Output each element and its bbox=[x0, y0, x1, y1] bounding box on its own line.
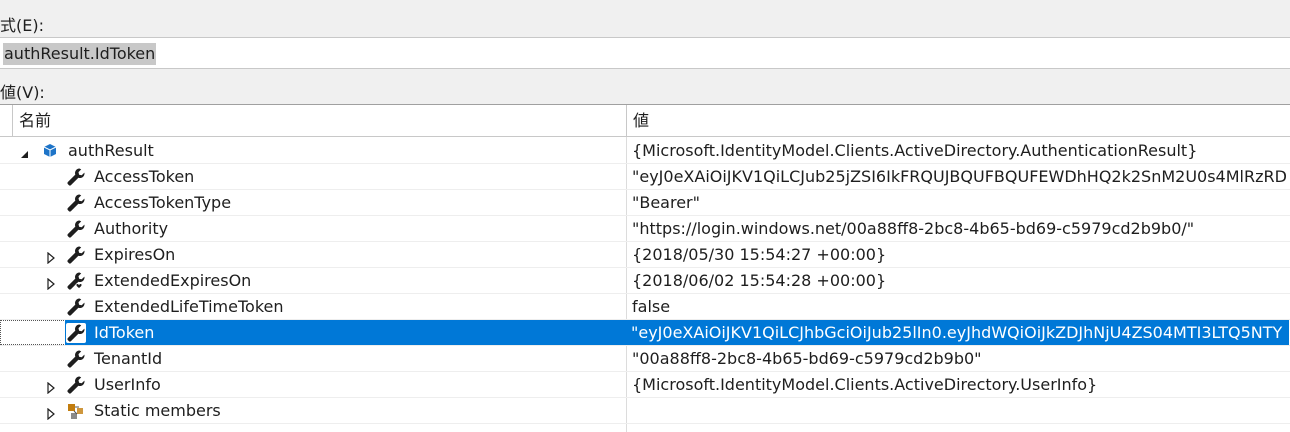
table-row[interactable]: authResult {Microsoft.IdentityModel.Clien… bbox=[0, 138, 1290, 164]
property-wrench-icon bbox=[66, 297, 86, 317]
table-row[interactable]: Static members bbox=[0, 398, 1290, 424]
collapsed-triangle-icon[interactable] bbox=[46, 275, 56, 291]
property-wrench-icon bbox=[66, 323, 86, 343]
collapsed-triangle-icon[interactable] bbox=[46, 379, 56, 395]
table-row[interactable]: ExtendedLifeTimeToken false bbox=[0, 294, 1290, 320]
name-cell[interactable]: ExtendedExpiresOn bbox=[0, 268, 626, 293]
table-row[interactable]: AccessTokenType "Bearer" bbox=[0, 190, 1290, 216]
row-value: {2018/06/02 15:54:28 +00:00} bbox=[632, 271, 887, 290]
row-name: ExpiresOn bbox=[94, 245, 176, 264]
value-cell[interactable]: "https://login.windows.net/00a88ff8-2bc8… bbox=[627, 216, 1290, 241]
row-value: "https://login.windows.net/00a88ff8-2bc8… bbox=[632, 219, 1195, 238]
property-wrench-icon bbox=[66, 245, 86, 265]
value-cell[interactable]: "00a88ff8-2bc8-4b65-bd69-c5979cd2b9b0" bbox=[627, 346, 1290, 371]
table-row[interactable]: Authority "https://login.windows.net/00a8… bbox=[0, 216, 1290, 242]
property-wrench-icon bbox=[66, 219, 86, 239]
value-cell[interactable] bbox=[627, 398, 1290, 423]
property-wrench-icon bbox=[66, 167, 86, 187]
value-label: 値(V): bbox=[0, 83, 45, 102]
table-row[interactable]: AccessToken "eyJ0eXAiOiJKV1QiLCJub25jZSI6… bbox=[0, 164, 1290, 190]
row-value: false bbox=[632, 297, 671, 316]
table-row-selected[interactable]: IdToken "eyJ0eXAiOiJKV1QiLCJhbGciOiJub25l… bbox=[0, 320, 1290, 346]
column-header-value[interactable]: 値 bbox=[633, 105, 649, 137]
value-cell[interactable]: {2018/06/02 15:54:28 +00:00} bbox=[627, 268, 1290, 293]
row-value: {2018/05/30 15:54:27 +00:00} bbox=[632, 245, 887, 264]
row-focus-indicator bbox=[0, 320, 64, 345]
row-value: {Microsoft.IdentityModel.Clients.ActiveD… bbox=[632, 141, 1198, 160]
value-cell[interactable]: "Bearer" bbox=[627, 190, 1290, 215]
row-name: ExtendedLifeTimeToken bbox=[94, 297, 284, 316]
property-wrench-icon bbox=[66, 375, 86, 395]
static-members-icon bbox=[66, 401, 86, 421]
row-name: TenantId bbox=[94, 349, 163, 368]
grid-header: 名前 値 bbox=[0, 105, 1290, 137]
row-value: "00a88ff8-2bc8-4b65-bd69-c5979cd2b9b0" bbox=[632, 349, 982, 368]
table-row[interactable]: ExpiresOn {2018/05/30 15:54:27 +00:00} bbox=[0, 242, 1290, 268]
row-value: {Microsoft.IdentityModel.Clients.ActiveD… bbox=[632, 375, 1098, 394]
row-name: Authority bbox=[94, 219, 169, 238]
watch-grid[interactable]: 名前 値 authResult {Microsoft.IdentityModel.… bbox=[0, 104, 1290, 432]
name-cell[interactable]: IdToken bbox=[65, 320, 626, 345]
object-cube-icon bbox=[40, 141, 60, 161]
table-row[interactable]: ExtendedExpiresOn {2018/06/02 15:54:28 +0… bbox=[0, 268, 1290, 294]
table-row[interactable]: TenantId "00a88ff8-2bc8-4b65-bd69-c5979cd… bbox=[0, 346, 1290, 372]
row-name: AccessToken bbox=[94, 167, 195, 186]
column-header-name[interactable]: 名前 bbox=[19, 105, 51, 137]
expression-input-text[interactable]: authResult.IdToken bbox=[3, 43, 157, 65]
column-splitter[interactable] bbox=[626, 105, 627, 137]
collapsed-triangle-icon[interactable] bbox=[46, 405, 56, 421]
row-name: ExtendedExpiresOn bbox=[94, 271, 252, 290]
name-cell[interactable]: UserInfo bbox=[0, 372, 626, 397]
value-cell[interactable]: "eyJ0eXAiOiJKV1QiLCJub25jZSI6IkFRQUJBQUF… bbox=[627, 164, 1290, 189]
name-cell[interactable]: ExtendedLifeTimeToken bbox=[0, 294, 626, 319]
row-name: Static members bbox=[94, 401, 221, 420]
row-selector-header bbox=[0, 105, 13, 137]
value-cell[interactable]: {Microsoft.IdentityModel.Clients.ActiveD… bbox=[627, 372, 1290, 397]
expanded-triangle-icon[interactable] bbox=[20, 145, 30, 158]
row-name: UserInfo bbox=[94, 375, 161, 394]
name-cell[interactable]: Static members bbox=[0, 398, 626, 423]
row-value: "Bearer" bbox=[632, 193, 700, 212]
value-cell[interactable]: false bbox=[627, 294, 1290, 319]
row-name: AccessTokenType bbox=[94, 193, 232, 212]
table-row[interactable]: UserInfo {Microsoft.IdentityModel.Clients… bbox=[0, 372, 1290, 398]
name-cell[interactable]: Authority bbox=[0, 216, 626, 241]
name-cell[interactable]: AccessTokenType bbox=[0, 190, 626, 215]
name-cell[interactable]: ExpiresOn bbox=[0, 242, 626, 267]
name-cell[interactable]: authResult bbox=[0, 138, 626, 163]
value-cell[interactable]: "eyJ0eXAiOiJKV1QiLCJhbGciOiJub25lIn0.eyJ… bbox=[626, 320, 1289, 345]
row-value: "eyJ0eXAiOiJKV1QiLCJub25jZSI6IkFRQUJBQUF… bbox=[632, 167, 1287, 186]
property-wrench-icon bbox=[66, 193, 86, 213]
value-cell[interactable]: {Microsoft.IdentityModel.Clients.ActiveD… bbox=[627, 138, 1290, 163]
value-cell[interactable]: {2018/05/30 15:54:27 +00:00} bbox=[627, 242, 1290, 267]
row-name: IdToken bbox=[94, 323, 155, 342]
property-wrench-icon bbox=[66, 349, 86, 369]
collapsed-triangle-icon[interactable] bbox=[46, 249, 56, 265]
row-name: authResult bbox=[68, 141, 154, 160]
property-wrench-heart-icon bbox=[66, 271, 86, 291]
expression-input[interactable]: authResult.IdToken bbox=[0, 37, 1290, 69]
name-cell[interactable]: TenantId bbox=[0, 346, 626, 371]
name-cell[interactable]: AccessToken bbox=[0, 164, 626, 189]
expression-label: 式(E): bbox=[0, 16, 44, 35]
row-value: "eyJ0eXAiOiJKV1QiLCJhbGciOiJub25lIn0.eyJ… bbox=[631, 323, 1283, 342]
